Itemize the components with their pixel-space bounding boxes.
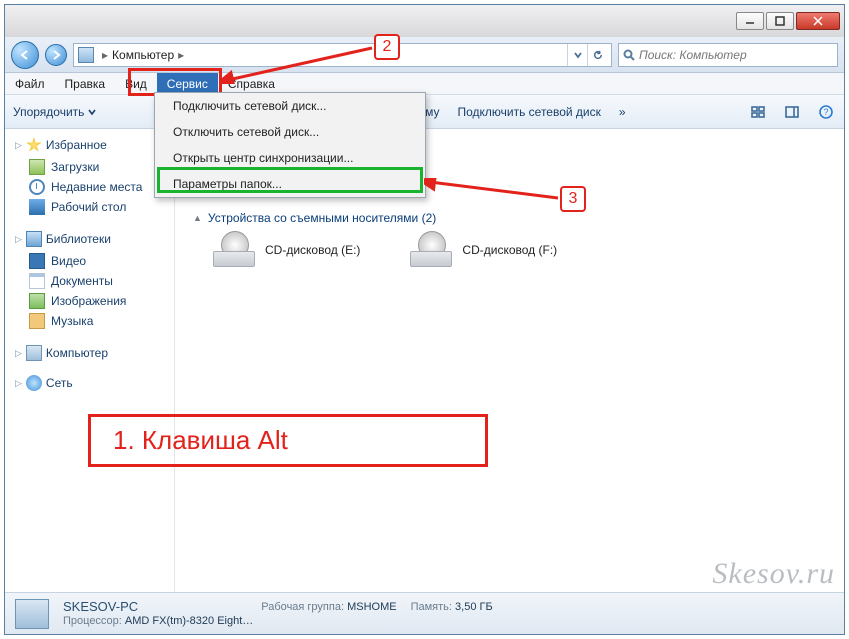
forward-button[interactable] — [45, 44, 67, 66]
sidebar-network[interactable]: ▷Сеть — [15, 375, 170, 391]
menu-item-sync-center[interactable]: Открыть центр синхронизации... — [155, 145, 425, 171]
recent-icon — [29, 179, 45, 195]
video-icon — [29, 253, 45, 269]
help-icon[interactable]: ? — [816, 102, 836, 122]
annotation-arrow-3 — [424, 178, 564, 202]
sidebar-item-downloads[interactable]: Загрузки — [15, 157, 170, 177]
computer-thumb-icon — [15, 599, 49, 629]
menu-item-folder-options[interactable]: Параметры папок... — [155, 171, 425, 197]
sidebar-libraries[interactable]: ▷Библиотеки — [15, 231, 170, 247]
service-dropdown: Подключить сетевой диск... Отключить сет… — [154, 92, 426, 198]
view-options-icon[interactable] — [748, 102, 768, 122]
svg-text:?: ? — [823, 107, 828, 117]
menu-item-map-drive[interactable]: Подключить сетевой диск... — [155, 93, 425, 119]
minimize-button[interactable] — [736, 12, 764, 30]
address-dropdown-icon[interactable] — [567, 44, 587, 66]
organize-button[interactable]: Упорядочить — [13, 105, 96, 119]
annotation-text-1: 1. Клавиша Alt — [88, 414, 488, 467]
drive-f[interactable]: CD-дисковод (F:) — [410, 233, 557, 267]
documents-icon — [29, 273, 45, 289]
sidebar-favorites[interactable]: ▷Избранное — [15, 137, 170, 153]
close-button[interactable] — [796, 12, 840, 30]
titlebar — [5, 5, 844, 37]
menu-service[interactable]: Сервис — [157, 73, 218, 94]
sidebar-item-video[interactable]: Видео — [15, 251, 170, 271]
watermark: Skesov.ru — [712, 557, 835, 591]
refresh-icon[interactable] — [587, 44, 607, 66]
back-button[interactable] — [11, 41, 39, 69]
nav-pane: ▷Избранное Загрузки Недавние места Рабоч… — [5, 129, 175, 592]
breadcrumb-sep-icon: ▸ — [178, 48, 184, 62]
sidebar-item-recent[interactable]: Недавние места — [15, 177, 170, 197]
sidebar-item-desktop[interactable]: Рабочий стол — [15, 197, 170, 217]
music-icon — [29, 313, 45, 329]
search-input[interactable]: Поиск: Компьютер — [618, 43, 838, 67]
map-drive-button[interactable]: Подключить сетевой диск — [457, 105, 600, 119]
annotation-arrow-2 — [222, 44, 376, 84]
sidebar-item-documents[interactable]: Документы — [15, 271, 170, 291]
search-placeholder: Поиск: Компьютер — [639, 48, 747, 62]
toolbar-overflow[interactable]: » — [619, 105, 626, 119]
network-icon — [26, 375, 42, 391]
computer-icon — [78, 47, 94, 63]
annotation-marker-2: 2 — [374, 34, 400, 60]
cd-drive-icon — [410, 233, 452, 267]
search-icon — [623, 49, 635, 61]
drive-e[interactable]: CD-дисковод (E:) — [213, 233, 360, 267]
status-bar: SKESOV-PC Процессор: AMD FX(tm)-8320 Eig… — [5, 592, 844, 634]
preview-pane-icon[interactable] — [782, 102, 802, 122]
desktop-icon — [29, 199, 45, 215]
menu-edit[interactable]: Правка — [55, 73, 116, 94]
annotation-marker-3: 3 — [560, 186, 586, 212]
downloads-icon — [29, 159, 45, 175]
sidebar-item-images[interactable]: Изображения — [15, 291, 170, 311]
sidebar-computer[interactable]: ▷Компьютер — [15, 345, 170, 361]
images-icon — [29, 293, 45, 309]
organize-label: Упорядочить — [13, 105, 84, 119]
nav-row: ▸ Компьютер ▸ Поиск: Компьютер — [5, 37, 844, 73]
menu-file[interactable]: Файл — [5, 73, 55, 94]
menu-item-unmap-drive[interactable]: Отключить сетевой диск... — [155, 119, 425, 145]
libraries-icon — [26, 231, 42, 247]
sidebar-item-music[interactable]: Музыка — [15, 311, 170, 331]
breadcrumb-computer[interactable]: Компьютер — [112, 48, 174, 62]
breadcrumb-sep-icon: ▸ — [102, 48, 108, 62]
section-removable[interactable]: ▲Устройства со съемными носителями (2) — [193, 211, 826, 225]
menu-view[interactable]: Вид — [115, 73, 157, 94]
computer-icon — [26, 345, 42, 361]
star-icon — [26, 137, 42, 153]
status-computer-name: SKESOV-PC — [63, 600, 253, 614]
cd-drive-icon — [213, 233, 255, 267]
maximize-button[interactable] — [766, 12, 794, 30]
